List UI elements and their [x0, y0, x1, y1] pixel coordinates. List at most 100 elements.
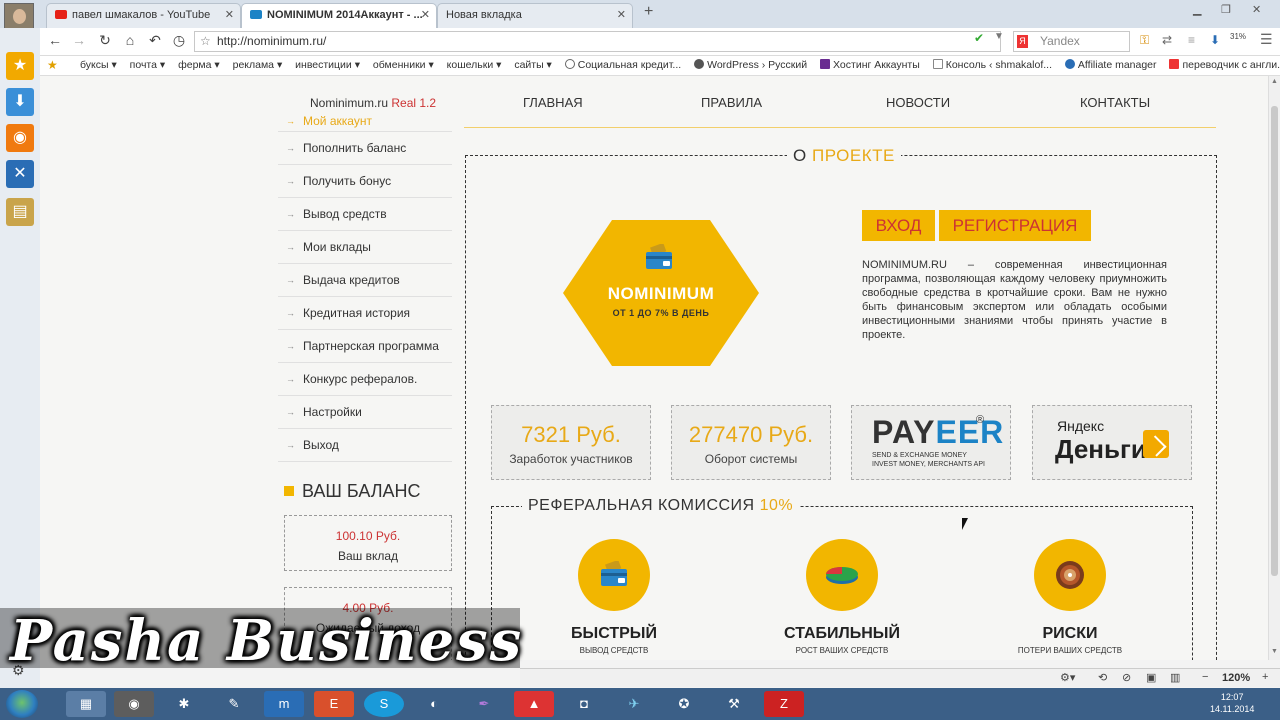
rss-icon[interactable]: ◉	[6, 124, 34, 152]
settings-menu-icon[interactable]: ☰	[1260, 31, 1273, 48]
taskbar-feather-icon[interactable]: ✒	[464, 691, 504, 717]
menu-item-deposit[interactable]: Пополнить баланс	[278, 132, 452, 165]
translate-icon[interactable]: ⇄	[1162, 33, 1172, 47]
taskbar-safari-icon[interactable]: ✪	[664, 691, 704, 717]
bookmark-item[interactable]: кошельки ▾	[447, 56, 502, 75]
url-input[interactable]	[217, 34, 917, 48]
feature-circle	[806, 539, 878, 611]
close-icon[interactable]: ✕	[617, 4, 626, 27]
close-icon[interactable]: ✕	[421, 4, 430, 27]
undo-icon[interactable]: ↶	[146, 32, 164, 49]
status-window-icon[interactable]: ▥	[1170, 671, 1180, 684]
menu-item-partner-program[interactable]: Партнерская программа	[278, 330, 452, 363]
status-image-icon[interactable]: ▣	[1146, 671, 1156, 684]
bookmark-item[interactable]: буксы ▾	[80, 56, 117, 75]
bookmark-item[interactable]: переводчик с англи...	[1169, 56, 1280, 75]
bookmark-item[interactable]: обменники ▾	[373, 56, 434, 75]
nav-rules[interactable]: ПРАВИЛА	[701, 95, 762, 110]
status-block-icon[interactable]: ⊘	[1122, 671, 1131, 684]
nav-home[interactable]: ГЛАВНАЯ	[523, 95, 583, 110]
bookmark-item[interactable]: ферма ▾	[178, 56, 220, 75]
zoom-level[interactable]: 120%	[1222, 672, 1250, 684]
site-nav: ГЛАВНАЯ ПРАВИЛА НОВОСТИ КОНТАКТЫ	[464, 76, 1216, 128]
panel-icon[interactable]: ▤	[6, 198, 34, 226]
menu-item-my-account[interactable]: Мой аккаунт	[278, 114, 452, 132]
scroll-down-icon[interactable]: ▼	[1271, 648, 1278, 655]
favorites-star-icon[interactable]: ★	[6, 52, 34, 80]
nav-contacts[interactable]: КОНТАКТЫ	[1080, 95, 1150, 110]
scroll-up-icon[interactable]: ▲	[1271, 78, 1278, 85]
menu-item-my-deposits[interactable]: Мои вклады	[278, 231, 452, 264]
taskbar-maxthon-icon[interactable]: m	[264, 691, 304, 717]
bookmark-item[interactable]: сайты ▾	[514, 56, 552, 75]
bookmark-item[interactable]: реклама ▾	[233, 56, 283, 75]
bookmark-star-icon[interactable]: ☆	[200, 34, 211, 48]
system-clock[interactable]: 12:07 14.11.2014	[1210, 691, 1254, 715]
bookmark-item[interactable]: Социальная кредит...	[564, 56, 681, 75]
bookmarks-star-icon[interactable]: ★	[47, 58, 58, 72]
bookmark-item[interactable]: Консоль ‹ shmakalof...	[932, 56, 1052, 75]
tab-nominimum[interactable]: NOMINIMUM 2014Аккаунт - ... ✕	[241, 3, 437, 29]
stat-value: 277470 Руб.	[688, 422, 814, 447]
tab-new[interactable]: Новая вкладка ✕	[437, 3, 633, 28]
status-settings-icon[interactable]: ⚙▾	[1060, 671, 1075, 684]
new-tab-plus-icon[interactable]: +	[644, 3, 653, 21]
taskbar-satellite-icon[interactable]: ✱	[164, 691, 204, 717]
menu-icon[interactable]: ≡	[1188, 33, 1195, 47]
taskbar-calculator-icon[interactable]: ▦	[66, 691, 106, 717]
taskbar-tool-icon[interactable]: ✎	[214, 691, 254, 717]
menu-item-settings[interactable]: Настройки	[278, 396, 452, 429]
zoom-in-icon[interactable]: +	[1262, 671, 1268, 683]
taskbar-skype-icon[interactable]: S	[364, 691, 404, 717]
page-scrollbar[interactable]: ▲ ▼	[1268, 76, 1280, 660]
history-icon[interactable]: ◷	[170, 32, 188, 49]
bookmark-item[interactable]: Affiliate manager	[1064, 56, 1157, 75]
reload-icon[interactable]: ↻	[96, 32, 114, 49]
feature-risks: РИСКИ ПОТЕРИ ВАШИХ СРЕДСТВ	[990, 539, 1150, 655]
back-icon[interactable]: ←	[46, 32, 64, 48]
menu-item-withdraw[interactable]: Вывод средств	[278, 198, 452, 231]
window-close-icon[interactable]: ✕	[1252, 3, 1261, 16]
taskbar-bird-icon[interactable]: ✈	[614, 691, 654, 717]
key-icon[interactable]: ⚿	[1140, 33, 1149, 48]
login-button[interactable]: ВХОД	[862, 210, 935, 241]
menu-item-loans[interactable]: Выдача кредитов	[278, 264, 452, 297]
bookmark-item[interactable]: почта ▾	[130, 56, 166, 75]
start-button[interactable]	[6, 690, 38, 718]
taskbar-tools-icon[interactable]: ⚒	[714, 691, 754, 717]
minimize-icon[interactable]: ▁	[1193, 3, 1201, 16]
taskbar-chart-icon[interactable]: ▲	[514, 691, 554, 717]
bookmark-item[interactable]: инвестиции ▾	[295, 56, 360, 75]
bookmark-item[interactable]: Хостинг Аккаунты	[820, 56, 920, 75]
taskbar-speaker-icon[interactable]: ◘	[564, 691, 604, 717]
close-icon[interactable]: ✕	[225, 4, 234, 27]
maximize-icon[interactable]: ❐	[1221, 3, 1231, 16]
yandex-money-logo[interactable]: Яндекс Деньги	[1032, 405, 1192, 480]
status-sync-icon[interactable]: ⟲	[1098, 671, 1107, 684]
tab-youtube[interactable]: павел шмакалов - YouTube ✕	[46, 3, 241, 28]
scrollbar-thumb[interactable]	[1271, 106, 1278, 576]
downloads-arrow-icon[interactable]: ⬇	[6, 88, 34, 116]
taskbar-filezilla-icon[interactable]: Z	[764, 691, 804, 717]
extension-icon[interactable]: ✔	[974, 31, 984, 45]
chevron-down-icon[interactable]: ▼	[994, 31, 1004, 42]
tools-icon[interactable]: ✕	[6, 160, 34, 188]
home-icon[interactable]: ⌂	[121, 32, 139, 48]
menu-item-bonus[interactable]: Получить бонус	[278, 165, 452, 198]
search-input[interactable]: Я Yandex	[1013, 31, 1130, 52]
account-menu: Мой аккаунт Пополнить баланс Получить бо…	[278, 114, 452, 462]
forward-icon[interactable]: →	[70, 32, 88, 48]
menu-item-credit-history[interactable]: Кредитная история	[278, 297, 452, 330]
menu-item-logout[interactable]: Выход	[278, 429, 452, 462]
download-icon[interactable]: ⬇	[1210, 33, 1220, 47]
taskbar-editor-icon[interactable]: E	[314, 691, 354, 717]
zoom-out-icon[interactable]: −	[1202, 671, 1208, 683]
address-bar[interactable]: ☆	[194, 31, 1001, 52]
bookmark-item[interactable]: WordPress › Русский	[694, 56, 807, 75]
menu-item-referral-contest[interactable]: Конкурс рефералов.	[278, 363, 452, 396]
register-button[interactable]: РЕГИСТРАЦИЯ	[939, 210, 1091, 241]
payeer-logo[interactable]: PAYEER ® SEND & EXCHANGE MONEY INVEST MO…	[851, 405, 1011, 480]
nav-news[interactable]: НОВОСТИ	[886, 95, 950, 110]
taskbar-app2-icon[interactable]: ◐	[414, 691, 454, 717]
taskbar-app-icon[interactable]: ◉	[114, 691, 154, 717]
